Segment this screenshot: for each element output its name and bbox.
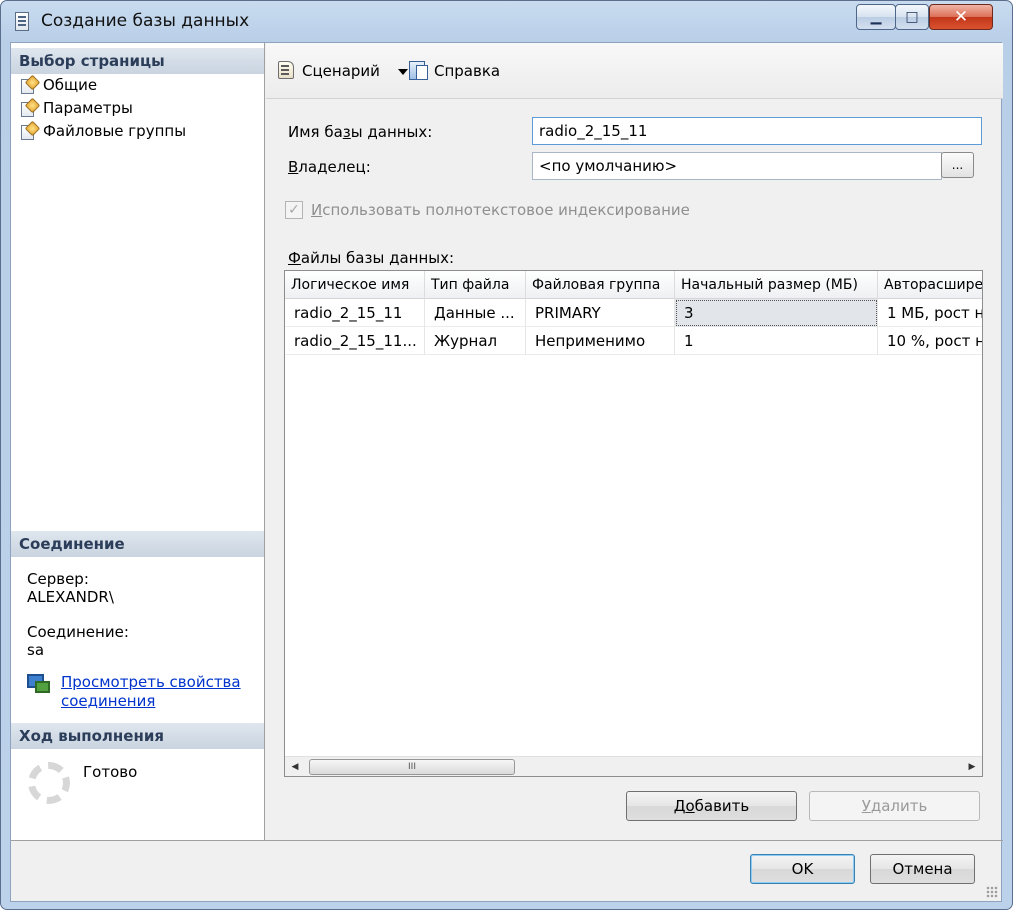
page-settings-icon [19, 123, 37, 140]
cell-initial-size[interactable]: 1 [675, 327, 878, 355]
scroll-left-icon[interactable]: ◀ [285, 757, 305, 776]
cell-filegroup[interactable]: Неприменимо [526, 327, 675, 355]
server-value: ALEXANDR\ [27, 588, 114, 606]
close-button[interactable]: ✕ [929, 4, 993, 30]
title-bar[interactable]: Создание базы данных ▁ □ ✕ [1, 1, 1012, 41]
left-panel: Выбор страницы Общие Параметры Файловые … [11, 43, 265, 840]
fulltext-checkbox[interactable]: ✓ [285, 201, 303, 219]
page-item-label: Параметры [43, 99, 133, 117]
progress-header: Ход выполнения [11, 723, 264, 749]
grid-header: Логическое имя Тип файла Файловая группа… [285, 271, 982, 299]
cell-logical-name[interactable]: radio_2_15_11... [285, 327, 425, 355]
progress-status: Готово [83, 763, 138, 781]
create-database-dialog: Создание базы данных ▁ □ ✕ Выбор страниц… [0, 0, 1013, 910]
chevron-down-icon[interactable] [398, 69, 408, 75]
cell-autogrowth[interactable]: 10 %, рост не ограничен [878, 327, 982, 355]
help-button[interactable]: Справка [408, 59, 500, 83]
page-item-label: Файловые группы [43, 122, 187, 140]
connection-label: Соединение: [27, 623, 129, 641]
page-item-filegroups[interactable]: Файловые группы [19, 120, 186, 142]
cell-file-type[interactable]: Журнал [425, 327, 526, 355]
page-item-options[interactable]: Параметры [19, 97, 133, 119]
scroll-thumb[interactable]: III [309, 759, 515, 775]
cancel-button[interactable]: Отмена [870, 854, 975, 884]
remove-button[interactable]: Удалить [809, 791, 980, 821]
scroll-right-icon[interactable]: ▶ [962, 757, 982, 776]
add-button[interactable]: Добавить [626, 791, 797, 821]
view-connection-properties-link[interactable]: Просмотреть свойства соединения [61, 673, 251, 711]
connection-header: Соединение [11, 531, 264, 557]
cell-file-type[interactable]: Данные ... [425, 299, 526, 327]
help-icon [408, 60, 430, 80]
connection-properties-icon [27, 674, 50, 693]
horizontal-scrollbar[interactable]: ◀ III ▶ [285, 756, 982, 776]
cell-filegroup[interactable]: PRIMARY [526, 299, 675, 327]
column-header-autogrowth[interactable]: Авторасширение [878, 271, 982, 299]
owner-browse-button[interactable]: ... [941, 152, 974, 178]
progress-spinner-icon [28, 762, 70, 804]
footer-separator [11, 840, 1003, 841]
page-item-label: Общие [43, 76, 98, 94]
page-settings-icon [19, 77, 37, 94]
ok-button[interactable]: OK [750, 854, 855, 884]
cell-autogrowth[interactable]: 1 МБ, рост не ограничен [878, 299, 982, 327]
table-row[interactable]: radio_2_15_11 Данные ... PRIMARY 3 1 МБ,… [285, 299, 982, 327]
db-files-grid[interactable]: Логическое имя Тип файла Файловая группа… [284, 270, 983, 777]
resize-grip-icon[interactable] [986, 886, 998, 898]
column-header-logical-name[interactable]: Логическое имя [285, 271, 425, 299]
script-button[interactable]: Сценарий [276, 59, 411, 83]
column-header-initial-size[interactable]: Начальный размер (МБ) [675, 271, 878, 299]
fulltext-label: Использовать полнотекстовое индексирован… [311, 201, 690, 219]
help-button-label: Справка [434, 62, 501, 80]
page-item-general[interactable]: Общие [19, 74, 97, 96]
maximize-button[interactable]: □ [895, 4, 929, 30]
db-name-label: Имя базы данных: [288, 123, 433, 141]
toolbar: Сценарий Справка [266, 43, 1003, 99]
select-page-header: Выбор страницы [11, 48, 264, 74]
dialog-client-area: Выбор страницы Общие Параметры Файловые … [10, 42, 1003, 902]
owner-input[interactable]: <по умолчанию> [532, 152, 942, 180]
document-icon [15, 12, 29, 31]
db-name-input[interactable]: radio_2_15_11 [532, 117, 982, 145]
script-icon [276, 60, 298, 80]
db-files-label: Файлы базы данных: [288, 249, 455, 267]
page-settings-icon [19, 100, 37, 117]
cell-logical-name[interactable]: radio_2_15_11 [285, 299, 425, 327]
owner-label: Владелец: [288, 158, 371, 176]
connection-value: sa [27, 641, 45, 659]
window-title: Создание базы данных [41, 11, 250, 31]
server-label: Сервер: [27, 570, 89, 588]
script-button-label: Сценарий [302, 62, 380, 80]
column-header-file-type[interactable]: Тип файла [425, 271, 526, 299]
column-header-filegroup[interactable]: Файловая группа [526, 271, 675, 299]
table-row[interactable]: radio_2_15_11... Журнал Неприменимо 1 10… [285, 327, 982, 355]
cell-initial-size[interactable]: 3 [675, 299, 878, 327]
minimize-button[interactable]: ▁ [856, 4, 896, 30]
